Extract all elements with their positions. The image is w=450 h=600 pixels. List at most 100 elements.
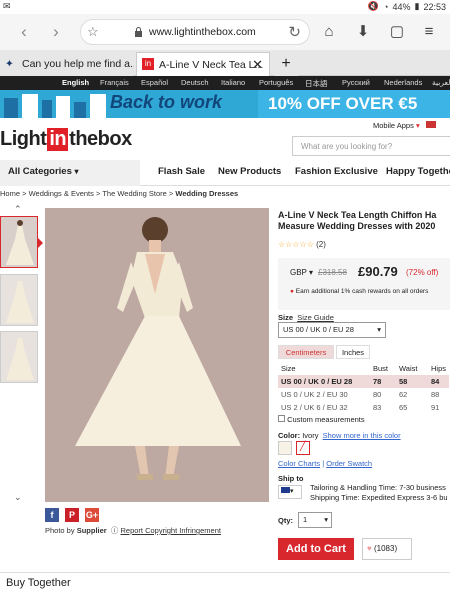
nav-new-products[interactable]: New Products: [218, 166, 281, 177]
lang-german[interactable]: Deutsch: [181, 78, 209, 87]
color-charts-link[interactable]: Color Charts: [278, 459, 320, 468]
product-title-line-2: Measure Wedding Dresses with 2020: [278, 221, 436, 231]
size-table: Size Bust Waist Hips US 00 / UK 0 / EU 2…: [278, 362, 450, 414]
dress-thumbnail-image: [6, 220, 34, 265]
lang-spanish[interactable]: Español: [141, 78, 168, 87]
browser-toolbar: ‹ › ☆ www.lightinthebox.com ↻ ⌂ ⬇ ▢ ≡: [0, 14, 450, 50]
table-row: US 00 / UK 0 / EU 28 78 58 84: [278, 375, 450, 388]
size-select[interactable]: US 00 / UK 0 / EU 28 ▾: [278, 322, 386, 338]
lang-dutch[interactable]: Nederlands: [384, 78, 422, 87]
stackexchange-icon: ✦: [5, 58, 14, 70]
lang-french[interactable]: Français: [100, 78, 129, 87]
swatch-ivory[interactable]: [278, 441, 292, 455]
url-text: www.lightinthebox.com: [149, 26, 256, 38]
chevron-down-icon: ▾: [74, 167, 79, 176]
cash-rewards: ● Earn additional 1% cash rewards on all…: [290, 288, 428, 295]
chevron-down-icon: ▾: [377, 325, 381, 334]
size-guide-link[interactable]: Size Guide: [297, 313, 334, 322]
thumb-down-icon[interactable]: ⌄: [14, 492, 22, 503]
uk-flag-icon[interactable]: [425, 121, 436, 128]
cell: 88: [431, 390, 440, 399]
downloads-icon[interactable]: ⬇: [352, 20, 374, 44]
cell: 91: [431, 403, 440, 412]
close-tab-icon[interactable]: ✕: [252, 53, 263, 76]
table-row: US 0 / UK 2 / EU 30 80 62 88: [278, 388, 449, 401]
ship-to: Ship to: [278, 474, 303, 483]
menu-icon[interactable]: ≡: [418, 20, 440, 44]
nav-fashion-exclusive[interactable]: Fashion Exclusive: [295, 166, 378, 177]
crumb-wedding-dresses[interactable]: Wedding Dresses: [175, 189, 238, 198]
battery-icon: ▮: [414, 1, 420, 11]
facebook-icon[interactable]: f: [45, 508, 59, 522]
forward-icon[interactable]: ›: [46, 22, 66, 42]
lang-russian[interactable]: Русский: [342, 78, 370, 87]
tab-2[interactable]: in A-Line V Neck Tea L... ✕: [136, 52, 270, 76]
crumb-weddings[interactable]: Weddings & Events: [29, 189, 94, 198]
table-header: Size Bust Waist Hips: [278, 362, 449, 375]
custom-measurements[interactable]: Custom measurements: [278, 415, 365, 424]
new-tab-button[interactable]: +: [274, 52, 298, 76]
wishlist-button[interactable]: ♥ (1083): [362, 538, 412, 560]
bookmark-star-icon[interactable]: ☆: [87, 24, 99, 40]
photo-by-label: Photo by: [45, 526, 75, 535]
cell: 58: [399, 377, 408, 386]
product-main-image[interactable]: [45, 208, 269, 502]
logo-part-2: in: [47, 128, 69, 151]
lang-english[interactable]: English: [62, 78, 89, 87]
address-bar[interactable]: ☆ www.lightinthebox.com ↻: [80, 19, 310, 45]
crumb-home[interactable]: Home: [0, 189, 20, 198]
swatch-custom[interactable]: ╱: [296, 441, 310, 455]
report-link[interactable]: Report Copyright Infringement: [120, 526, 220, 535]
tabs-icon[interactable]: ▢: [386, 20, 408, 44]
th-size: Size: [281, 364, 296, 373]
lang-italian[interactable]: Italiano: [221, 78, 245, 87]
google-plus-icon[interactable]: G+: [85, 508, 99, 522]
tab-1[interactable]: ✦ Can you help me find a...: [0, 52, 134, 76]
mobile-apps-link[interactable]: Mobile Apps ▾: [373, 121, 436, 130]
home-icon[interactable]: ⌂: [318, 20, 340, 44]
rating[interactable]: ☆☆☆☆☆ (2): [278, 240, 326, 249]
add-to-cart-button[interactable]: Add to Cart: [278, 538, 354, 560]
ship-country-select[interactable]: ▾: [278, 485, 302, 499]
nav-happy-together[interactable]: Happy Together: [386, 166, 450, 177]
pencil-icon: ╱: [300, 441, 306, 451]
reload-icon[interactable]: ↻: [288, 23, 301, 41]
promo-banner[interactable]: Back to work 10% OFF OVER €5: [0, 90, 450, 118]
logo-part-1: Light: [0, 128, 47, 150]
buy-together-section: Buy Together: [0, 572, 450, 600]
order-swatch-link[interactable]: Order Swatch: [326, 459, 372, 468]
pinterest-icon[interactable]: P: [65, 508, 79, 522]
dress-model-photo: [45, 208, 269, 502]
cell: 78: [373, 377, 382, 386]
thumbnail-2[interactable]: [0, 274, 38, 326]
search-input[interactable]: What are you looking for?: [292, 136, 450, 156]
product-title-line-1: A-Line V Neck Tea Length Chiffon Ha: [278, 210, 437, 220]
thumb-up-icon[interactable]: ⌃: [14, 204, 22, 215]
chevron-down-icon: ▾: [324, 515, 328, 524]
lightinthebox-favicon-icon: in: [142, 58, 154, 70]
qty-select[interactable]: 1 ▾: [298, 512, 332, 528]
back-icon[interactable]: ‹: [14, 22, 34, 42]
category-nav: All Categories ▾ Flash Sale New Products…: [0, 160, 450, 186]
lang-japanese[interactable]: 日本語: [305, 78, 328, 89]
size-row: Size Size Guide: [278, 313, 334, 322]
lang-arabic[interactable]: العربية: [432, 78, 450, 87]
old-price: £318.58: [318, 268, 347, 277]
clock: 22:53: [423, 1, 446, 12]
nav-flash-sale[interactable]: Flash Sale: [158, 166, 205, 177]
crumb-wedding-store[interactable]: The Wedding Store: [102, 189, 166, 198]
more-color-link[interactable]: Show more in this color: [323, 431, 401, 440]
thumbnail-1[interactable]: [0, 216, 38, 268]
unit-centimeters[interactable]: Centimeters: [278, 345, 334, 359]
lang-portuguese[interactable]: Português: [259, 78, 293, 87]
unit-inches[interactable]: Inches: [336, 345, 370, 359]
currency-select[interactable]: GBP ▾: [290, 268, 313, 277]
shipping-time: Shipping Time: Expedited Express 3-6 bu: [310, 493, 448, 502]
all-categories-button[interactable]: All Categories ▾: [0, 160, 140, 186]
thumbnail-3[interactable]: [0, 331, 38, 383]
custom-checkbox[interactable]: [278, 415, 285, 422]
tab-strip: ✦ Can you help me find a... in A-Line V …: [0, 50, 450, 76]
cell: US 0 / UK 2 / EU 30: [281, 390, 348, 399]
supplier-link[interactable]: Supplier: [77, 526, 107, 535]
site-logo[interactable]: Light in thebox: [0, 128, 132, 152]
